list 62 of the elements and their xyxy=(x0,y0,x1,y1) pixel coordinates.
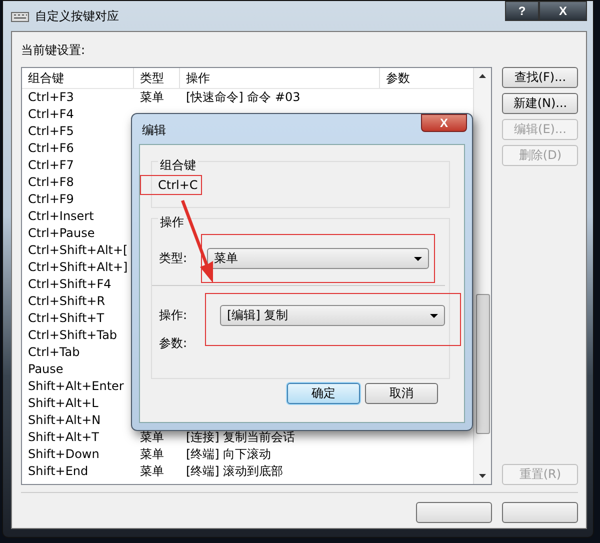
table-cell-text: [快速命令] 命令 #03 xyxy=(185,89,302,106)
table-cell-text: Pause xyxy=(27,361,64,378)
field-label: 操作: xyxy=(159,307,188,324)
table-cell-text: Ctrl+F6 xyxy=(27,140,75,157)
table-cell-text: Shift+Alt+Enter xyxy=(27,378,125,395)
dropdown-icon xyxy=(430,314,438,318)
table-cell-text: Ctrl+Insert xyxy=(27,208,95,225)
table-cell-text: Ctrl+F4 xyxy=(27,106,75,123)
table-cell-text: Ctrl+Tab xyxy=(27,344,81,361)
type-dropdown[interactable]: 菜单 xyxy=(207,248,430,269)
table-cell-text: Ctrl+Shift+Alt+[ xyxy=(27,242,129,259)
close-button[interactable]: X xyxy=(539,1,587,21)
window-title: 自定义按键对应 xyxy=(35,8,119,24)
table-cell-text: [终端] 滚动到底部 xyxy=(185,463,284,480)
dropdown-icon xyxy=(414,256,422,260)
dialog-title: 编辑 xyxy=(142,122,166,139)
side-button[interactable]: 查找(F)... xyxy=(502,67,578,88)
column-header[interactable]: 类型 xyxy=(134,68,180,88)
scroll-up-icon[interactable] xyxy=(479,74,486,78)
table-cell-text: 菜单 xyxy=(139,89,165,106)
ok-button[interactable]: 确定 xyxy=(287,383,360,404)
table-cell-text: Shift+Alt+T xyxy=(27,429,100,446)
scroll-thumb[interactable] xyxy=(476,294,490,434)
column-header[interactable]: 参数 xyxy=(380,68,474,88)
table-cell-text: Ctrl+Pause xyxy=(27,225,96,242)
key-combination: Ctrl+C xyxy=(140,175,202,195)
help-button[interactable]: ? xyxy=(505,1,539,21)
table-cell-text: Ctrl+Shift+T xyxy=(27,310,106,327)
table-cell-text: Shift+End xyxy=(27,463,90,480)
column-header[interactable]: 组合键 xyxy=(22,68,134,88)
table-cell-text: Shift+Alt+N xyxy=(27,412,102,429)
scrollbar[interactable] xyxy=(473,68,492,484)
column-header[interactable]: 操作 xyxy=(180,68,380,88)
table-cell-text: Ctrl+F3 xyxy=(27,89,75,106)
table-cell-text: Ctrl+Shift+F4 xyxy=(27,276,112,293)
table-cell-text: Ctrl+F5 xyxy=(27,123,75,140)
field-label: 参数: xyxy=(159,335,188,352)
table-cell-text: [终端] 向下滚动 xyxy=(185,446,272,463)
dialog-button[interactable] xyxy=(502,502,578,523)
action-dropdown[interactable]: [编辑] 复制 xyxy=(220,305,445,326)
table-cell-text: Ctrl+Shift+R xyxy=(27,293,106,310)
section-label: 当前键设置: xyxy=(21,42,86,59)
table-cell-text: 菜单 xyxy=(139,463,165,480)
group-label: 操作 xyxy=(158,214,186,231)
table-cell-text: Ctrl+Shift+Tab xyxy=(27,327,118,344)
table-cell-text: 菜单 xyxy=(139,446,165,463)
table-cell-text: Ctrl+F9 xyxy=(27,191,75,208)
table-cell-text: Ctrl+Shift+Alt+] xyxy=(27,259,129,276)
table-cell-text: [连接] 复制当前会话 xyxy=(185,429,296,446)
scroll-down-icon[interactable] xyxy=(479,474,486,478)
close-button[interactable]: X xyxy=(421,114,467,132)
keyboard-icon xyxy=(11,10,29,22)
dialog-button[interactable] xyxy=(416,502,492,523)
field-label: 类型: xyxy=(159,250,188,267)
cancel-button[interactable]: 取消 xyxy=(365,383,438,404)
side-button[interactable]: 新建(N)... xyxy=(502,93,578,114)
table-cell-text: Shift+Down xyxy=(27,446,100,463)
table-cell-text: 菜单 xyxy=(139,429,165,446)
group-label: 组合键 xyxy=(158,157,198,174)
table-cell-text: Ctrl+F7 xyxy=(27,157,75,174)
table-cell-text: Ctrl+F8 xyxy=(27,174,75,191)
table-cell-text: Shift+Alt+L xyxy=(27,395,100,412)
